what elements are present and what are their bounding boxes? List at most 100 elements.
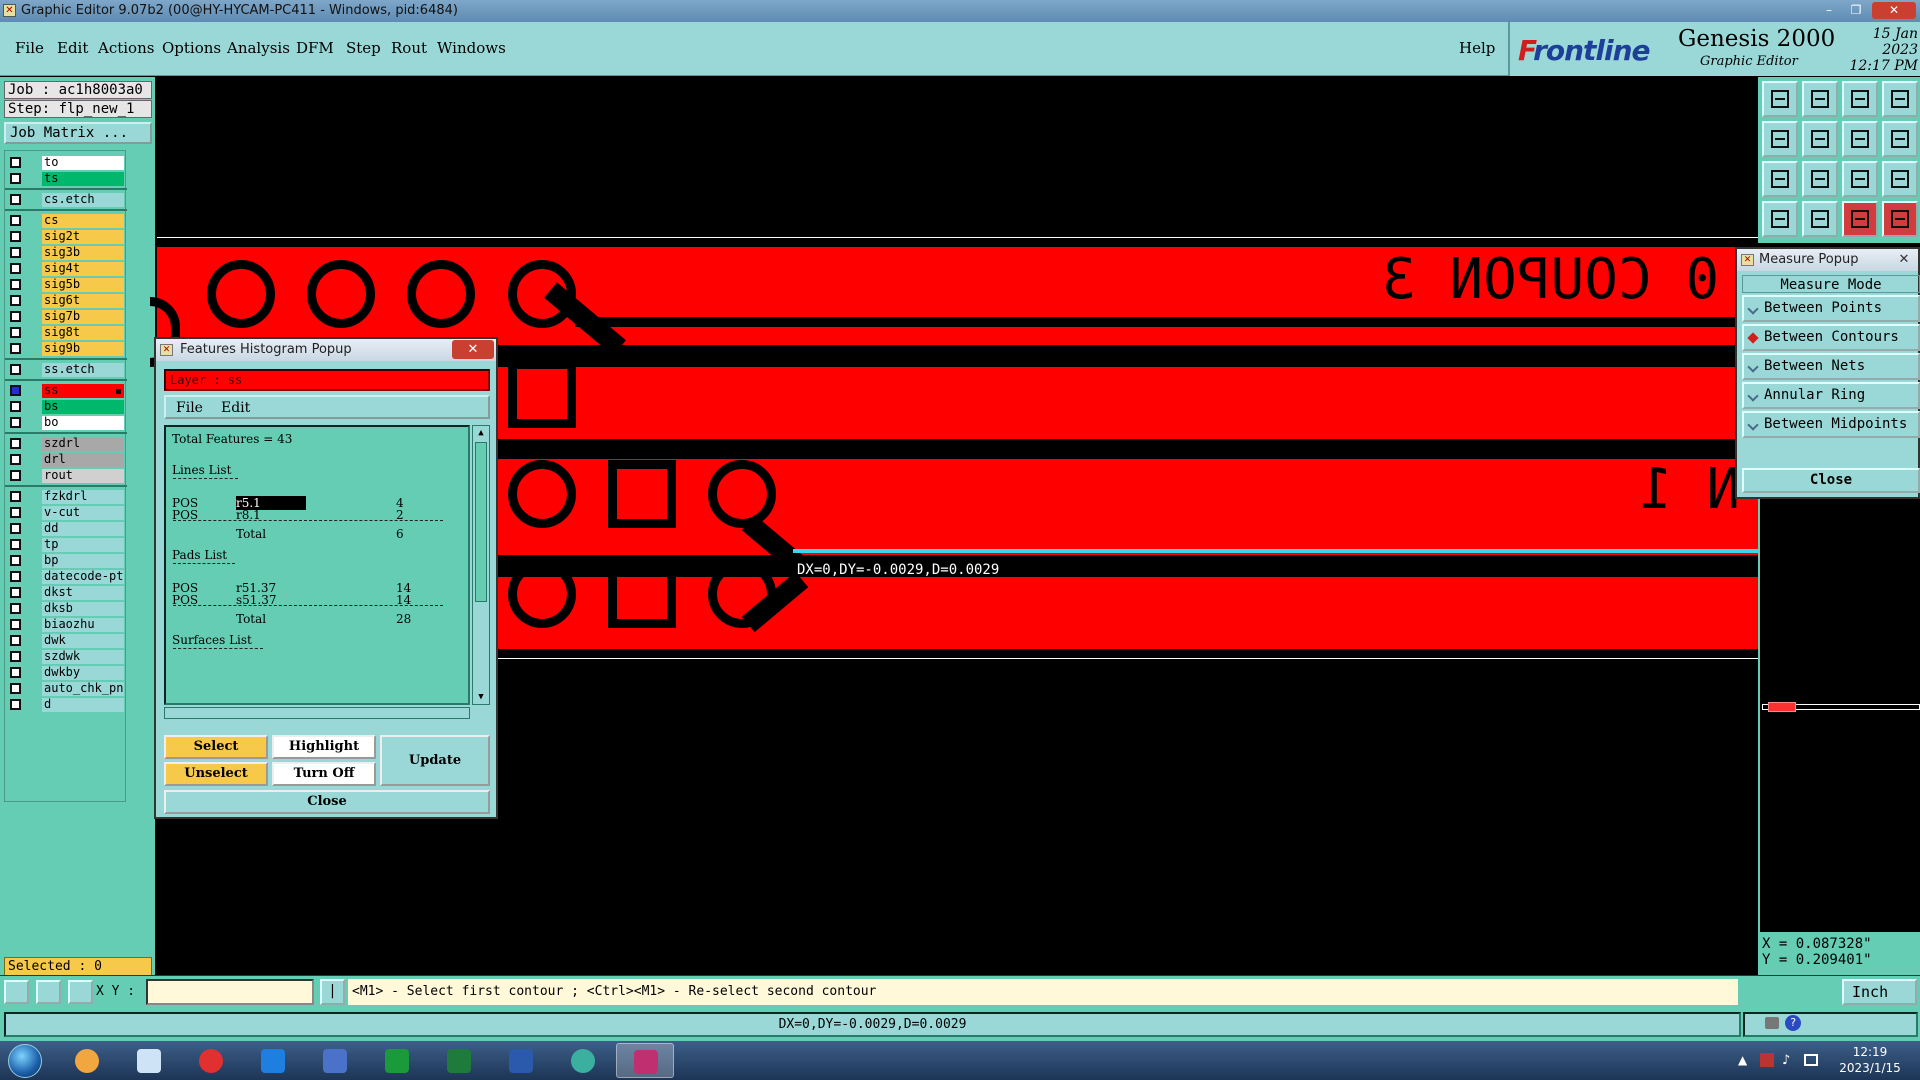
layer-checkbox[interactable] xyxy=(10,454,21,465)
layer-checkbox[interactable] xyxy=(10,539,21,550)
menu-step[interactable]: Step xyxy=(346,39,381,57)
layer-name[interactable]: tp xyxy=(42,538,124,552)
close-window-button[interactable]: ✕ xyxy=(1872,2,1916,19)
menu-actions[interactable]: Actions xyxy=(98,39,154,57)
layer-name[interactable]: bp xyxy=(42,554,124,568)
popup-titlebar[interactable]: ✕ Measure Popup ✕ xyxy=(1737,249,1918,271)
layer-checkbox[interactable] xyxy=(10,635,21,646)
pan-right-icon[interactable] xyxy=(1802,121,1838,157)
layer-name[interactable]: sig6t xyxy=(42,294,124,308)
popup-close-x-button[interactable]: ✕ xyxy=(1892,250,1916,269)
layer-row[interactable]: rout xyxy=(5,468,127,483)
layer-row[interactable]: datecode-pto xyxy=(5,569,127,584)
layer-checkbox[interactable] xyxy=(10,279,21,290)
layer-checkbox[interactable] xyxy=(10,683,21,694)
menu-file[interactable]: File xyxy=(15,39,44,57)
layer-checkbox[interactable] xyxy=(10,603,21,614)
taskbar-app[interactable] xyxy=(120,1043,178,1078)
layer-checkbox[interactable] xyxy=(10,364,21,375)
layer-checkbox[interactable] xyxy=(10,523,21,534)
pan-left-icon[interactable] xyxy=(1762,121,1798,157)
maximize-button[interactable]: ❐ xyxy=(1845,2,1867,19)
ruler-icon[interactable] xyxy=(36,980,61,1004)
layer-row[interactable]: tp xyxy=(5,537,127,552)
layer-row[interactable]: drl xyxy=(5,452,127,467)
grid-icon[interactable] xyxy=(68,980,93,1004)
layer-checkbox[interactable] xyxy=(10,571,21,582)
layer-checkbox[interactable] xyxy=(10,438,21,449)
layer-row[interactable]: sig4t xyxy=(5,261,127,276)
prompt-toggle-icon[interactable]: | xyxy=(320,979,345,1005)
layer-checkbox[interactable] xyxy=(10,327,21,338)
layer-name[interactable]: biaozhu xyxy=(42,618,124,632)
layer-name[interactable]: v-cut xyxy=(42,506,124,520)
layer-row[interactable]: sig3b xyxy=(5,245,127,260)
layer-row[interactable]: ss xyxy=(5,383,127,398)
update-button[interactable]: Update xyxy=(380,735,490,786)
taskbar-app[interactable] xyxy=(58,1043,116,1078)
layer-name[interactable]: d xyxy=(42,698,124,712)
layer-checkbox[interactable] xyxy=(10,401,21,412)
taskbar-app-active[interactable] xyxy=(616,1043,674,1078)
split-view-icon[interactable] xyxy=(1882,81,1918,117)
layer-name[interactable]: datecode-pto xyxy=(42,570,124,584)
overview-panel[interactable] xyxy=(1758,499,1920,975)
layer-checkbox[interactable] xyxy=(10,311,21,322)
undo-view-icon[interactable] xyxy=(1882,121,1918,157)
layer-checkbox[interactable] xyxy=(10,555,21,566)
layer-row[interactable]: szdrl xyxy=(5,436,127,451)
grid-view-icon[interactable] xyxy=(1802,201,1838,237)
menu-rout[interactable]: Rout xyxy=(391,39,427,57)
layer-row[interactable]: dksb xyxy=(5,601,127,616)
scale-1to2-icon[interactable] xyxy=(1842,161,1878,197)
layer-name[interactable]: sig2t xyxy=(42,230,124,244)
layer-name[interactable]: sig7b xyxy=(42,310,124,324)
layer-row[interactable]: fzkdrl xyxy=(5,489,127,504)
units-button[interactable]: Inch xyxy=(1842,979,1917,1005)
zoom-home-icon[interactable] xyxy=(1762,81,1798,117)
start-button[interactable] xyxy=(8,1044,42,1078)
turn-off-button[interactable]: Turn Off xyxy=(272,762,376,786)
popup-titlebar[interactable]: ✕ Features Histogram Popup ✕ xyxy=(156,339,496,361)
taskbar-app[interactable] xyxy=(182,1043,240,1078)
minimize-button[interactable]: – xyxy=(1818,2,1840,19)
layer-name[interactable]: bs xyxy=(42,400,124,414)
layer-name[interactable]: dwk xyxy=(42,634,124,648)
layer-row[interactable]: sig2t xyxy=(5,229,127,244)
layer-name[interactable]: sig5b xyxy=(42,278,124,292)
layer-checkbox[interactable] xyxy=(10,247,21,258)
layer-row[interactable]: cs xyxy=(5,213,127,228)
keyboard-icon[interactable] xyxy=(1765,1017,1779,1029)
layer-name[interactable]: szdrl xyxy=(42,437,124,451)
layer-checkbox[interactable] xyxy=(10,699,21,710)
histogram-close-button[interactable]: Close xyxy=(164,790,490,814)
fit-all-icon[interactable] xyxy=(1762,161,1798,197)
layer-name[interactable]: dd xyxy=(42,522,124,536)
layer-row[interactable]: dwk xyxy=(5,633,127,648)
layer-name[interactable]: rout xyxy=(42,469,124,483)
taskbar-app[interactable] xyxy=(430,1043,488,1078)
job-matrix-button[interactable]: Job Matrix ... xyxy=(4,122,152,144)
taskbar-app[interactable] xyxy=(368,1043,426,1078)
layer-name[interactable]: sig3b xyxy=(42,246,124,260)
measure-option[interactable]: Between Midpoints xyxy=(1742,411,1920,438)
layer-checkbox[interactable] xyxy=(10,263,21,274)
zoom-down-icon[interactable] xyxy=(1802,81,1838,117)
zoom-window-icon[interactable] xyxy=(1842,121,1878,157)
layer-name[interactable]: sig4t xyxy=(42,262,124,276)
histogram-menu-file[interactable]: File xyxy=(176,400,203,416)
layer-row[interactable]: sig6t xyxy=(5,293,127,308)
layer-row[interactable]: dkst xyxy=(5,585,127,600)
layer-row[interactable]: sig7b xyxy=(5,309,127,324)
layer-row[interactable]: bo xyxy=(5,415,127,430)
menu-edit[interactable]: Edit xyxy=(57,39,88,57)
layer-row[interactable]: ss.etch xyxy=(5,362,127,377)
tray-arrow-icon[interactable]: ▲ xyxy=(1738,1053,1747,1067)
histogram-list[interactable]: Total Features = 43 Lines List POS r5.1 … xyxy=(164,425,470,705)
layer-name[interactable]: bo xyxy=(42,416,124,430)
taskbar-app[interactable] xyxy=(554,1043,612,1078)
layer-row[interactable]: auto_chk_pnl xyxy=(5,681,127,696)
layer-checkbox[interactable] xyxy=(10,587,21,598)
taskbar-app[interactable] xyxy=(306,1043,364,1078)
fit-profile-icon[interactable] xyxy=(1802,161,1838,197)
